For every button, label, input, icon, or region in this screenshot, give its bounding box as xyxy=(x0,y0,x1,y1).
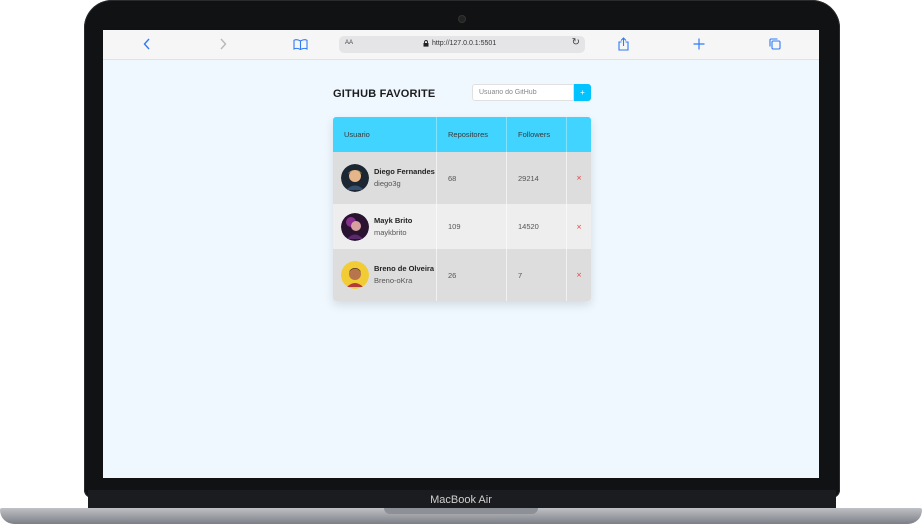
header-actions xyxy=(567,117,591,152)
browser-window: AA http://127.0.0.1:5501 ↻ GITHUB FAVORI… xyxy=(103,30,819,478)
user-cell: Mayk Brito maykbrito xyxy=(333,204,437,249)
remove-button[interactable]: × xyxy=(576,174,582,182)
user-name[interactable]: Breno de Olveira xyxy=(374,263,434,275)
back-icon[interactable] xyxy=(141,36,153,52)
followers-cell: 14520 xyxy=(507,204,567,249)
avatar[interactable] xyxy=(341,261,369,289)
header-usuario: Usuario xyxy=(333,117,437,152)
repos-cell: 26 xyxy=(437,249,507,301)
add-favorite-button[interactable]: + xyxy=(574,84,591,101)
reload-icon[interactable]: ↻ xyxy=(572,37,580,48)
avatar[interactable] xyxy=(341,164,369,192)
share-icon[interactable] xyxy=(617,36,629,52)
actions-cell: × xyxy=(567,204,591,249)
remove-button[interactable]: × xyxy=(576,223,582,231)
header-repositores: Repositores xyxy=(437,117,507,152)
table-row: Mayk Brito maykbrito 109 14520 × xyxy=(333,204,591,249)
tabs-icon[interactable] xyxy=(768,36,782,52)
table-row: Breno de Olveira Breno-oKra 26 7 × xyxy=(333,249,591,301)
search-input[interactable] xyxy=(472,84,574,101)
address-bar[interactable]: AA http://127.0.0.1:5501 ↻ xyxy=(339,36,585,53)
followers-cell: 29214 xyxy=(507,152,567,204)
user-login: maykbrito xyxy=(374,227,407,237)
user-login: diego3g xyxy=(374,179,401,188)
table-header: Usuario Repositores Followers xyxy=(333,117,591,152)
header-followers: Followers xyxy=(507,117,567,152)
user-cell: Diego Fernandes diego3g xyxy=(333,152,437,204)
url-text: http://127.0.0.1:5501 xyxy=(432,40,497,47)
user-name[interactable]: Diego Fernandes xyxy=(374,166,435,178)
forward-icon[interactable] xyxy=(217,36,229,52)
plus-icon[interactable] xyxy=(692,36,706,52)
book-icon[interactable] xyxy=(292,36,308,52)
camera xyxy=(459,16,465,22)
repos-cell: 109 xyxy=(437,204,507,249)
page-title: GITHUB FAVORITE xyxy=(333,88,436,100)
favorites-table: Usuario Repositores Followers Diego Fern… xyxy=(333,117,591,301)
actions-cell: × xyxy=(567,152,591,204)
followers-cell: 7 xyxy=(507,249,567,301)
remove-button[interactable]: × xyxy=(576,271,582,279)
actions-cell: × xyxy=(567,249,591,301)
user-login: Breno-oKra xyxy=(374,276,413,285)
table-row: Diego Fernandes diego3g 68 29214 × xyxy=(333,152,591,204)
lock-icon xyxy=(423,40,429,47)
url-display: http://127.0.0.1:5501 xyxy=(423,40,496,47)
user-cell: Breno de Olveira Breno-oKra xyxy=(333,249,437,301)
avatar[interactable] xyxy=(341,212,369,241)
text-size-button[interactable]: AA xyxy=(345,40,353,46)
repos-cell: 68 xyxy=(437,152,507,204)
browser-toolbar: AA http://127.0.0.1:5501 ↻ xyxy=(103,30,819,60)
base-notch xyxy=(384,508,538,514)
model-label: MacBook Air xyxy=(430,494,492,506)
user-name[interactable]: Mayk Brito xyxy=(374,215,412,227)
